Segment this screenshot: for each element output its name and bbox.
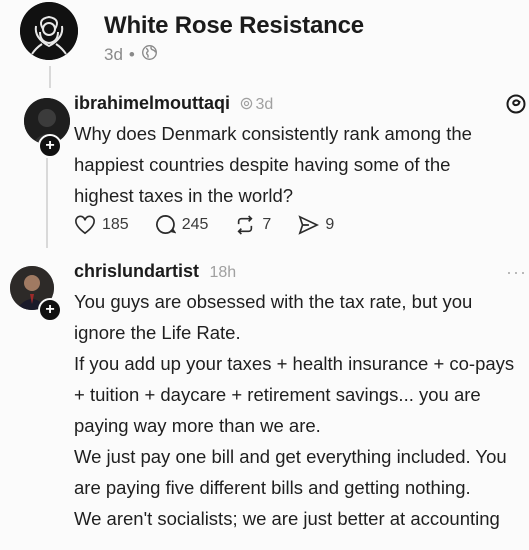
community-avatar[interactable] <box>20 2 78 60</box>
share-count: 9 <box>325 215 335 233</box>
post-body: You guys are obsessed with the tax rate,… <box>74 286 524 534</box>
repost-icon <box>237 214 253 235</box>
header-age: 3d <box>104 45 123 64</box>
post-header: ibrahimelmouttaqi 3d <box>74 93 494 114</box>
post-paragraph: We aren't socialists; we are just better… <box>74 508 500 529</box>
separator-dot: • <box>128 45 135 64</box>
more-icon[interactable]: ··· <box>506 262 527 283</box>
thread-connector <box>49 66 51 88</box>
repost-count: 7 <box>262 215 272 233</box>
community-name[interactable]: White Rose Resistance <box>104 12 364 40</box>
repost-button[interactable]: 7 <box>234 214 272 235</box>
comment-button[interactable]: 245 <box>155 214 209 235</box>
post-text: Why does Denmark consistently rank among… <box>74 123 472 206</box>
heart-icon <box>75 215 95 234</box>
post-paragraph: If you add up your taxes + health insura… <box>74 353 515 436</box>
follow-plus-icon[interactable]: + <box>38 134 62 158</box>
timestamp: 18h <box>209 264 237 281</box>
globe-icon <box>141 44 158 66</box>
follow-plus-icon[interactable]: + <box>38 298 62 322</box>
comment-count: 245 <box>181 215 209 233</box>
threads-logo-icon[interactable] <box>505 93 527 120</box>
post-header: chrislundartist 18h <box>74 261 494 282</box>
header-meta: 3d • <box>104 44 158 66</box>
username[interactable]: ibrahimelmouttaqi <box>74 93 230 113</box>
username[interactable]: chrislundartist <box>74 261 199 281</box>
comment-icon <box>155 215 176 234</box>
share-button[interactable]: 9 <box>297 214 335 235</box>
thread-connector <box>46 158 48 248</box>
post-actions: 185 245 7 9 <box>74 214 334 235</box>
like-button[interactable]: 185 <box>74 215 129 235</box>
post-paragraph: We just pay one bill and get everything … <box>74 446 507 498</box>
share-icon <box>298 214 320 235</box>
like-count: 185 <box>102 215 129 233</box>
post-paragraph: You guys are obsessed with the tax rate,… <box>74 291 473 343</box>
timestamp: 3d <box>240 96 273 113</box>
